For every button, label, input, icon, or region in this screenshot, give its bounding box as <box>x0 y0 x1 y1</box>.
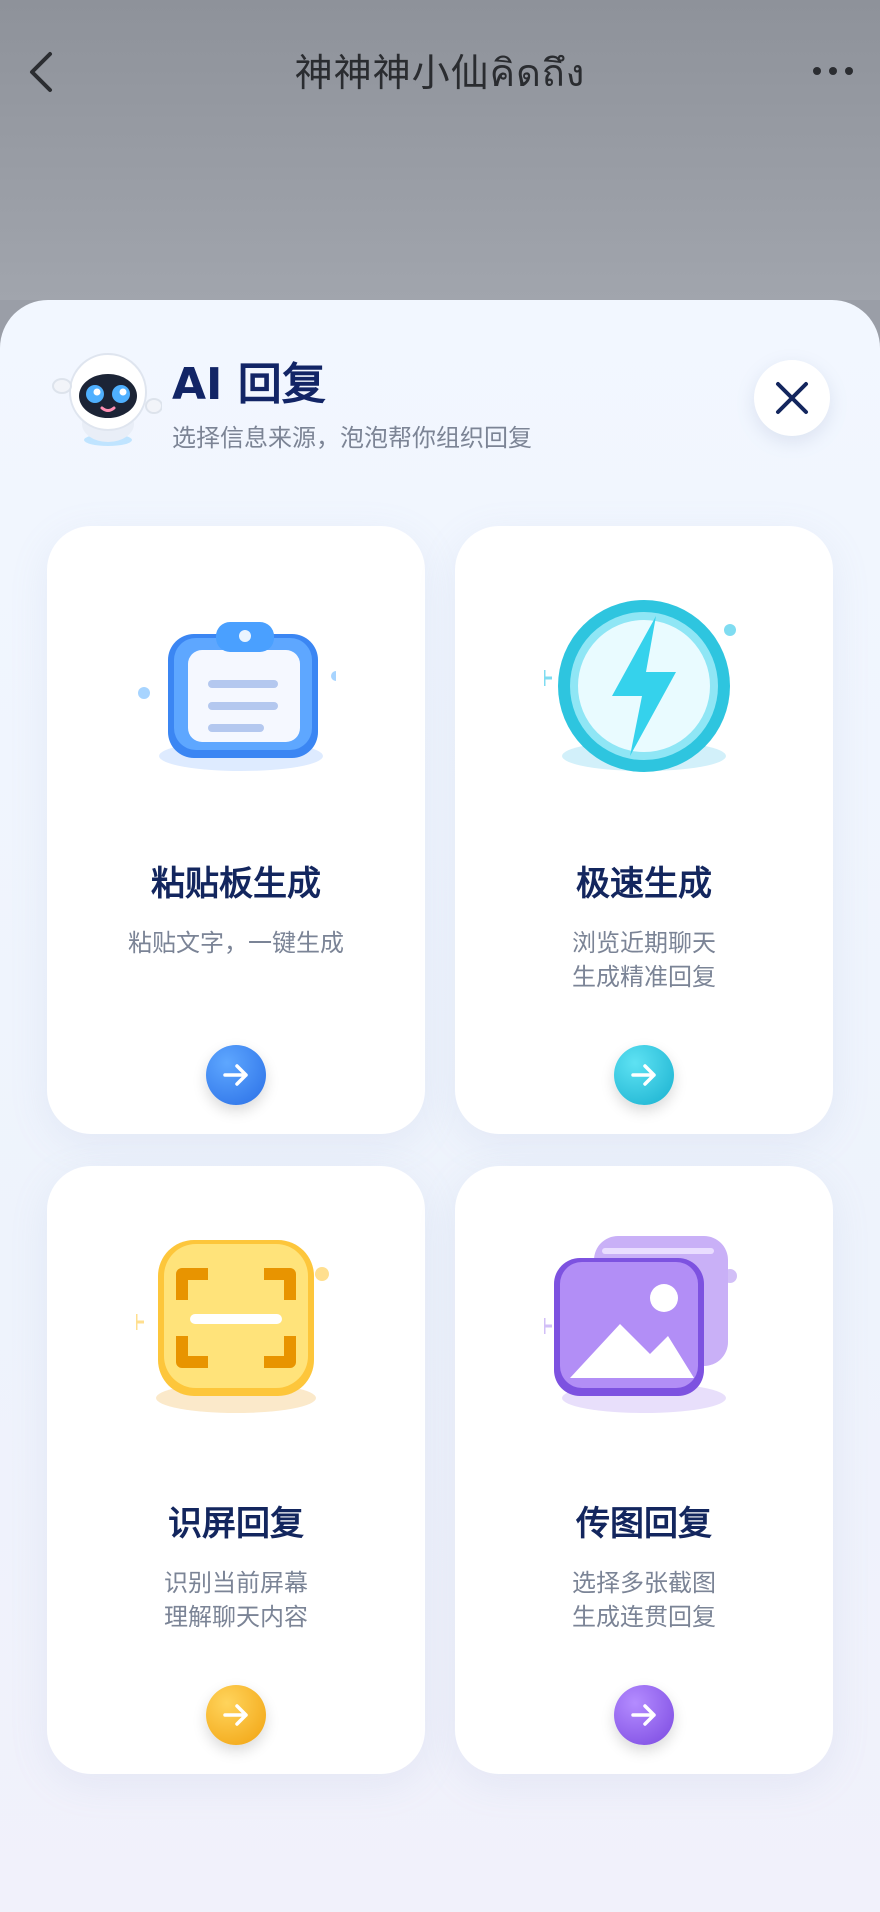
card-screen-reply[interactable]: 识屏回复 识别当前屏幕 理解聊天内容 <box>47 1166 425 1774</box>
screen-reply-go-button[interactable] <box>206 1685 266 1745</box>
card-title: 粘贴板生成 <box>151 864 321 904</box>
clipboard-go-button[interactable] <box>206 1045 266 1105</box>
more-dots-icon <box>813 67 853 75</box>
card-description: 浏览近期聊天 生成精准回复 <box>572 929 716 991</box>
image-stack-icon <box>536 1236 744 1436</box>
close-button[interactable] <box>754 360 830 436</box>
arrow-right-icon <box>223 1064 248 1086</box>
card-title: 识屏回复 <box>168 1504 304 1544</box>
sheet-subtitle: 选择信息来源，泡泡帮你组织回复 <box>172 424 532 452</box>
card-fast-generate[interactable]: 极速生成 浏览近期聊天 生成精准回复 <box>455 526 833 1134</box>
card-clipboard-generate[interactable]: 粘贴板生成 粘贴文字，一键生成 <box>47 526 425 1134</box>
arrow-right-icon <box>631 1064 656 1086</box>
arrow-right-icon <box>223 1704 248 1726</box>
more-button[interactable] <box>810 56 856 86</box>
card-title: 传图回复 <box>576 1504 712 1544</box>
clipboard-icon <box>136 596 341 796</box>
close-icon <box>776 382 808 414</box>
card-description: 选择多张截图 生成连贯回复 <box>572 1569 716 1631</box>
card-title: 极速生成 <box>576 864 712 904</box>
card-image-reply[interactable]: 传图回复 选择多张截图 生成连贯回复 <box>455 1166 833 1774</box>
arrow-right-icon <box>631 1704 656 1726</box>
card-description: 识别当前屏幕 理解聊天内容 <box>164 1569 308 1631</box>
scan-screen-icon <box>128 1236 336 1436</box>
image-reply-go-button[interactable] <box>614 1685 674 1745</box>
fast-generate-go-button[interactable] <box>614 1045 674 1105</box>
robot-mascot-icon <box>50 350 163 450</box>
card-description: 粘贴文字，一键生成 <box>128 929 344 957</box>
chat-title: 神神神小仙คิดถึง <box>294 51 586 95</box>
lightning-icon <box>536 596 744 796</box>
ai-reply-sheet: AI 回复 选择信息来源，泡泡帮你组织回复 粘贴板生成 粘贴文字，一键生成 极速… <box>0 300 880 1912</box>
top-bar: 神神神小仙คิดถึง <box>0 0 880 300</box>
sheet-title: AI 回复 <box>172 359 326 410</box>
